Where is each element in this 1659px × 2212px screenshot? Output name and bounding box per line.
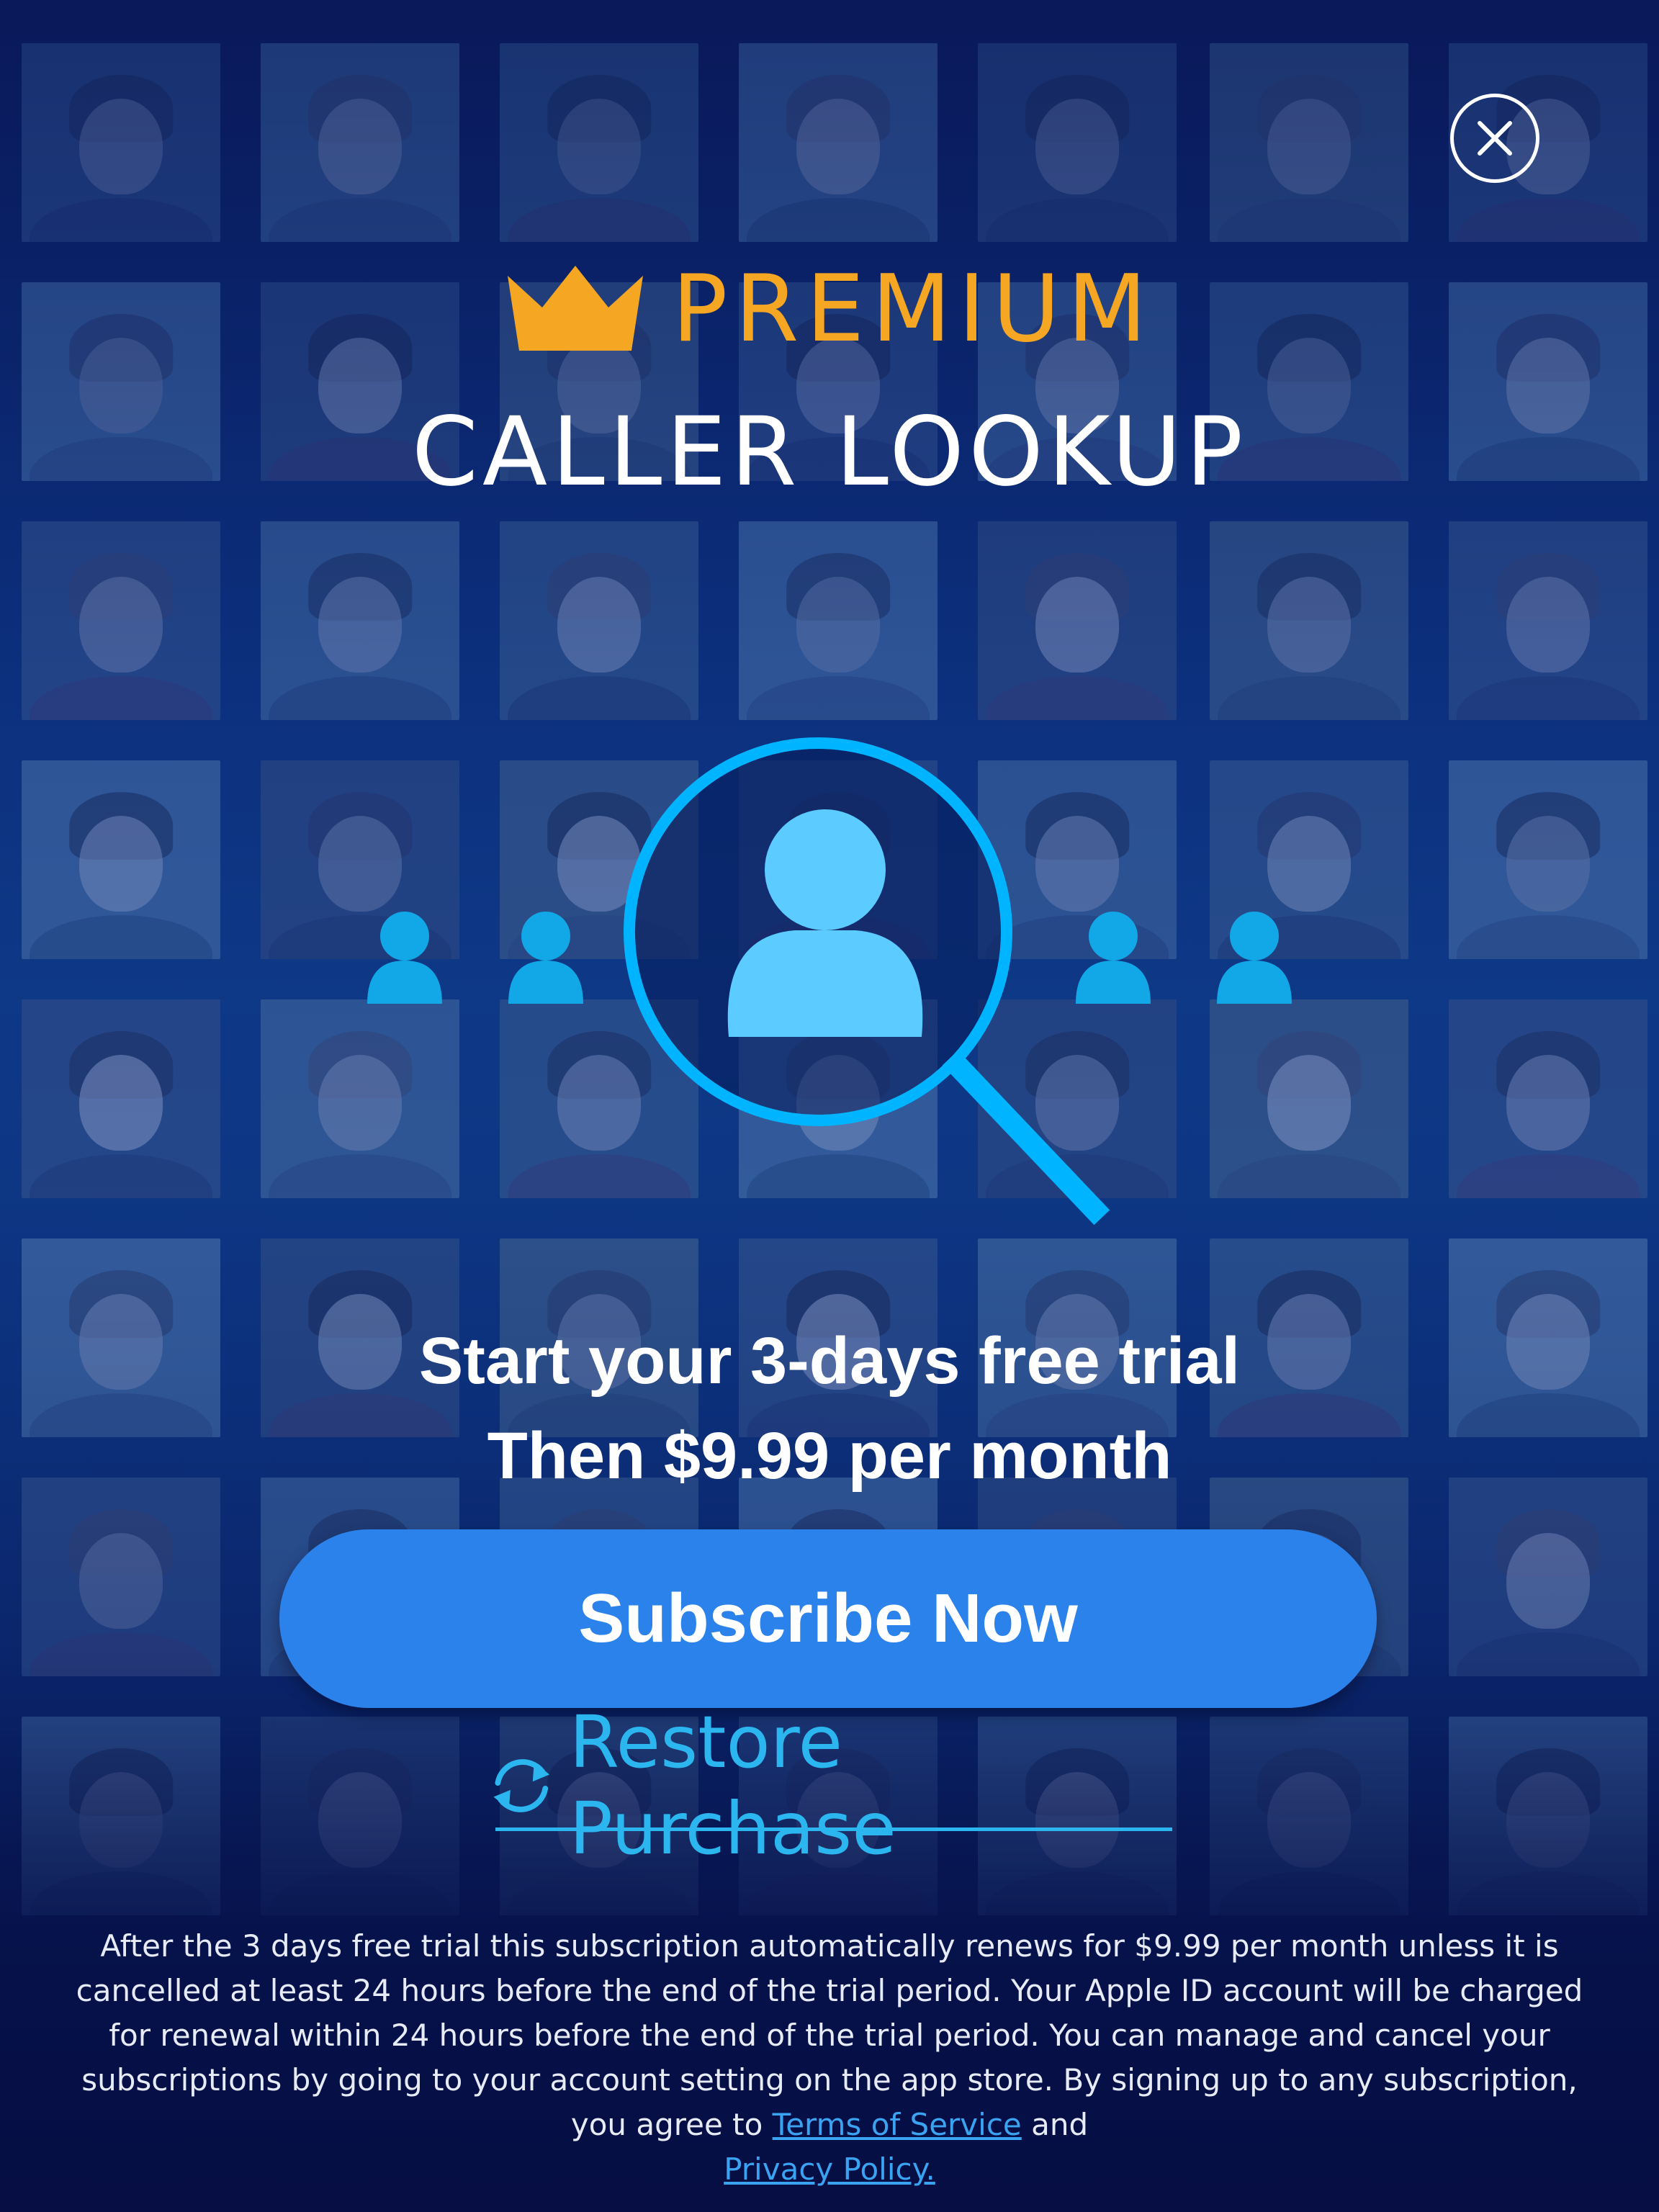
subscribe-now-button[interactable]: Subscribe Now (279, 1529, 1377, 1708)
search-person-icon (367, 737, 1292, 1226)
legal-and: and (1031, 2107, 1089, 2142)
price-text: Then $9.99 per month (487, 1419, 1172, 1493)
privacy-policy-link[interactable]: Privacy Policy. (724, 2152, 935, 2187)
terms-of-service-link[interactable]: Terms of Service (773, 2107, 1022, 2142)
legal-disclaimer: After the 3 days free trial this subscri… (58, 1924, 1601, 2192)
page-title: CALLER LOOKUP (411, 397, 1248, 508)
trial-text: Start your 3-days free trial (418, 1324, 1241, 1398)
close-button[interactable] (1450, 94, 1539, 183)
premium-header: PREMIUM (0, 259, 1659, 360)
premium-paywall-screen: PREMIUM CALLER LOOKUP Start your 3-days … (0, 0, 1659, 2212)
close-icon (1478, 121, 1512, 156)
restore-underline (495, 1827, 1172, 1831)
premium-label: PREMIUM (672, 256, 1154, 363)
crown-icon (508, 266, 644, 351)
refresh-icon (493, 1759, 550, 1812)
restore-purchase-label: Restore Purchase (569, 1700, 896, 1871)
restore-purchase-link[interactable]: Restore Purchase (482, 1700, 1174, 1871)
